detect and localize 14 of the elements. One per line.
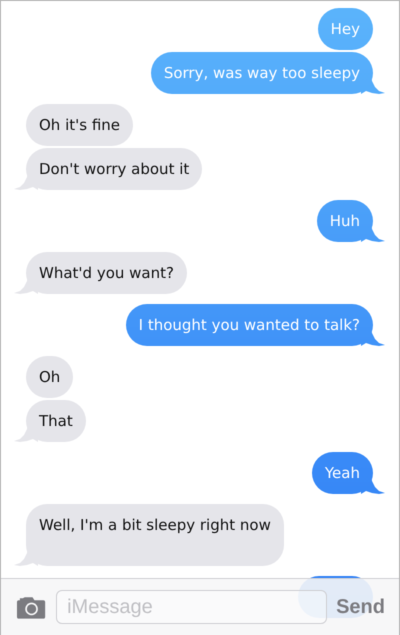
send-button[interactable]: Send [336,592,385,622]
message-bubble: Well, I'm a bit sleepy right now [26,504,284,566]
camera-icon[interactable] [16,595,48,619]
message-bubble: I thought you wanted to talk? [126,304,373,346]
message-bubble: Oh [26,356,74,398]
message-input[interactable]: iMessage [56,590,328,624]
message-bubble: Huh [316,200,373,242]
message-bubble: Sorry, was way too sleepy [150,52,373,94]
message-bubble: What'd you want? [26,252,187,294]
message-bubble: Hey [318,8,373,50]
message-bubble: Yeah [312,452,373,494]
message-bubble: Oh it's fine [26,104,134,146]
message-bubble: Don't worry about it [26,148,202,190]
message-bubble: That [26,400,86,442]
